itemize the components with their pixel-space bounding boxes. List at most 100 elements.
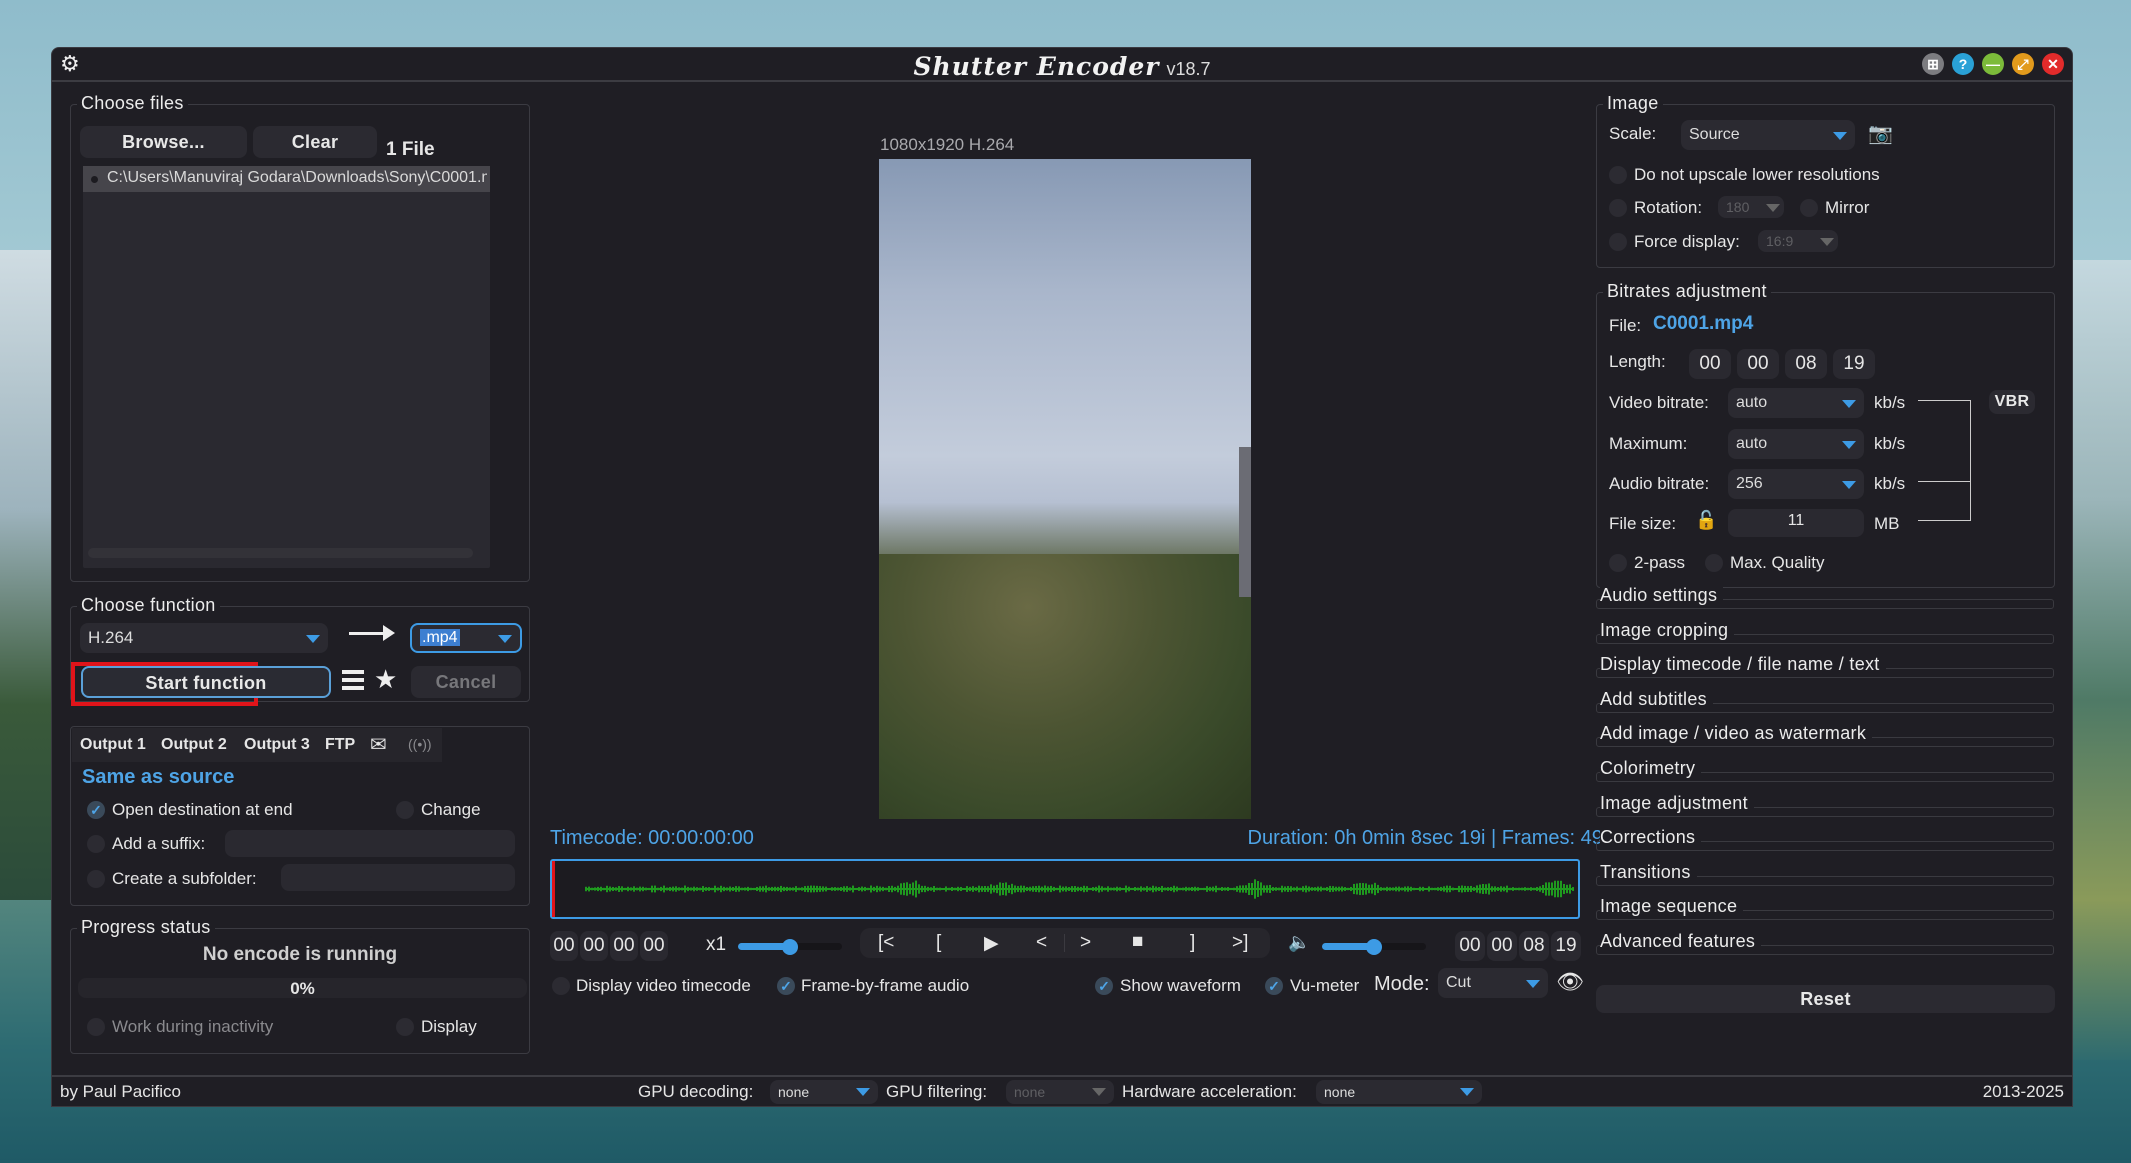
go-to-end-button[interactable]: >] (1232, 932, 1248, 954)
clear-button[interactable]: Clear (253, 126, 377, 158)
rotation-checkbox[interactable] (1609, 199, 1627, 217)
section-colorimetry[interactable]: Colorimetry (1596, 754, 2054, 786)
mode-select[interactable]: Cut (1438, 968, 1548, 998)
reset-button[interactable]: Reset (1596, 985, 2055, 1013)
screen-capture-icon[interactable]: ⊞ (1922, 53, 1944, 75)
force-display-select[interactable]: 16:9 (1758, 230, 1838, 252)
section-audio-settings[interactable]: Audio settings (1596, 581, 2054, 613)
section-transitions[interactable]: Transitions (1596, 858, 2054, 890)
extension-select[interactable]: .mp4 (410, 623, 522, 653)
go-to-start-button[interactable]: [< (878, 932, 894, 954)
destination-path[interactable]: Same as source (82, 766, 234, 789)
work-inactivity-checkbox[interactable] (87, 1018, 105, 1036)
tab-ftp[interactable]: FTP (325, 736, 355, 754)
next-frame-button[interactable]: > (1080, 932, 1091, 954)
video-bitrate-select[interactable]: auto (1728, 388, 1864, 418)
force-display-value: 16:9 (1766, 233, 1794, 249)
stop-button[interactable]: ■ (1132, 931, 1143, 953)
favorite-star-icon[interactable]: ★ (374, 664, 397, 695)
help-icon[interactable]: ? (1952, 53, 1974, 75)
minimize-icon[interactable]: — (1982, 53, 2004, 75)
browse-button[interactable]: Browse... (80, 126, 247, 158)
timecode-field[interactable]: 00 (1455, 931, 1485, 961)
eye-icon[interactable]: 👁 (1556, 969, 1584, 995)
extension-value[interactable]: .mp4 (420, 629, 460, 646)
timecode-field[interactable]: 00 (640, 931, 668, 961)
maximize-icon[interactable]: ⤢ (2012, 53, 2034, 75)
no-upscale-checkbox[interactable] (1609, 166, 1627, 184)
unlock-icon[interactable]: 🔓 (1695, 510, 1717, 531)
mirror-checkbox[interactable] (1800, 199, 1818, 217)
timecode-field[interactable]: 19 (1833, 349, 1875, 379)
suffix-input[interactable] (225, 830, 515, 857)
add-suffix-checkbox[interactable] (87, 835, 105, 853)
timecode-field[interactable]: 00 (1737, 349, 1779, 379)
timecode-field[interactable]: 00 (550, 931, 578, 961)
close-icon[interactable]: ✕ (2042, 53, 2064, 75)
vu-meter-checkbox[interactable]: ✓ (1265, 977, 1283, 995)
timecode-field[interactable]: 00 (1487, 931, 1517, 961)
display-checkbox[interactable] (396, 1018, 414, 1036)
video-preview[interactable] (879, 159, 1251, 819)
tab-output-1[interactable]: Output 1 (80, 736, 146, 754)
title-bar[interactable]: ⚙ Shutter Encoder v18.7 ⊞ ? — ⤢ ✕ (52, 48, 2072, 82)
file-list-item[interactable]: C:\Users\Manuviraj Godara\Downloads\Sony… (83, 166, 490, 192)
cancel-button[interactable]: Cancel (411, 666, 521, 698)
waveform-timeline[interactable] (550, 859, 1580, 919)
timecode-field[interactable]: 19 (1551, 931, 1581, 961)
function-select[interactable]: H.264 (80, 623, 328, 653)
timecode-field[interactable]: 00 (580, 931, 608, 961)
length-timecode[interactable]: 00 00 08 19 (1689, 349, 1879, 379)
section-advanced-features[interactable]: Advanced features (1596, 927, 2054, 959)
create-subfolder-checkbox[interactable] (87, 870, 105, 888)
hw-accel-select[interactable]: none (1316, 1080, 1482, 1104)
section-add-image-video-as-watermark[interactable]: Add image / video as watermark (1596, 719, 2054, 751)
scale-select[interactable]: Source (1681, 120, 1855, 150)
file-size-input[interactable]: 11 (1728, 509, 1864, 537)
set-in-point-button[interactable]: [ (936, 932, 941, 954)
tab-output-2[interactable]: Output 2 (161, 736, 227, 754)
timecode-field[interactable]: 08 (1785, 349, 1827, 379)
tab-email-icon[interactable]: ✉ (370, 732, 387, 757)
section-image-adjustment[interactable]: Image adjustment (1596, 789, 2054, 821)
speed-slider-knob[interactable] (782, 939, 798, 955)
subfolder-input[interactable] (281, 864, 515, 891)
file-list[interactable]: C:\Users\Manuviraj Godara\Downloads\Sony… (83, 166, 490, 568)
playhead[interactable] (552, 861, 555, 917)
maximum-select[interactable]: auto (1728, 429, 1864, 459)
timecode-field[interactable]: 00 (610, 931, 638, 961)
rotation-select[interactable]: 180 (1718, 196, 1784, 218)
force-display-checkbox[interactable] (1609, 233, 1627, 251)
change-checkbox[interactable] (396, 801, 414, 819)
out-timecode[interactable]: 00 00 08 19 (1455, 931, 1581, 961)
horizontal-scrollbar[interactable] (88, 548, 473, 558)
timecode-field[interactable]: 08 (1519, 931, 1549, 961)
section-image-sequence[interactable]: Image sequence (1596, 892, 2054, 924)
gpu-filtering-select[interactable]: none (1006, 1080, 1114, 1104)
show-waveform-checkbox[interactable]: ✓ (1095, 977, 1113, 995)
section-add-subtitles[interactable]: Add subtitles (1596, 685, 2054, 717)
section-image-cropping[interactable]: Image cropping (1596, 616, 2054, 648)
section-display-timecode-file-name-text[interactable]: Display timecode / file name / text (1596, 650, 2054, 682)
max-quality-checkbox[interactable] (1705, 554, 1723, 572)
play-button[interactable]: ▶ (984, 932, 999, 955)
tab-output-3[interactable]: Output 3 (244, 736, 310, 754)
screenshot-camera-icon[interactable]: 📷 (1868, 121, 1893, 146)
in-timecode[interactable]: 00 00 00 00 (550, 931, 670, 961)
frame-by-frame-audio-checkbox[interactable]: ✓ (777, 977, 795, 995)
volume-slider-knob[interactable] (1366, 939, 1382, 955)
previous-frame-button[interactable]: < (1036, 932, 1047, 954)
timecode-field[interactable]: 00 (1689, 349, 1731, 379)
gpu-decoding-select[interactable]: none (770, 1080, 878, 1104)
set-out-point-button[interactable]: ] (1190, 932, 1195, 954)
open-destination-checkbox[interactable]: ✓ (87, 801, 105, 819)
volume-icon[interactable]: 🔈 (1288, 932, 1310, 953)
tab-stream-icon[interactable]: ((•)) (408, 736, 432, 752)
section-corrections[interactable]: Corrections (1596, 823, 2054, 855)
two-pass-checkbox[interactable] (1609, 554, 1627, 572)
audio-bitrate-select[interactable]: 256 (1728, 469, 1864, 499)
queue-list-icon[interactable] (342, 670, 364, 692)
display-video-timecode-checkbox[interactable] (552, 977, 570, 995)
vbr-toggle[interactable]: VBR (1989, 390, 2035, 414)
start-function-button[interactable]: Start function (81, 666, 331, 698)
